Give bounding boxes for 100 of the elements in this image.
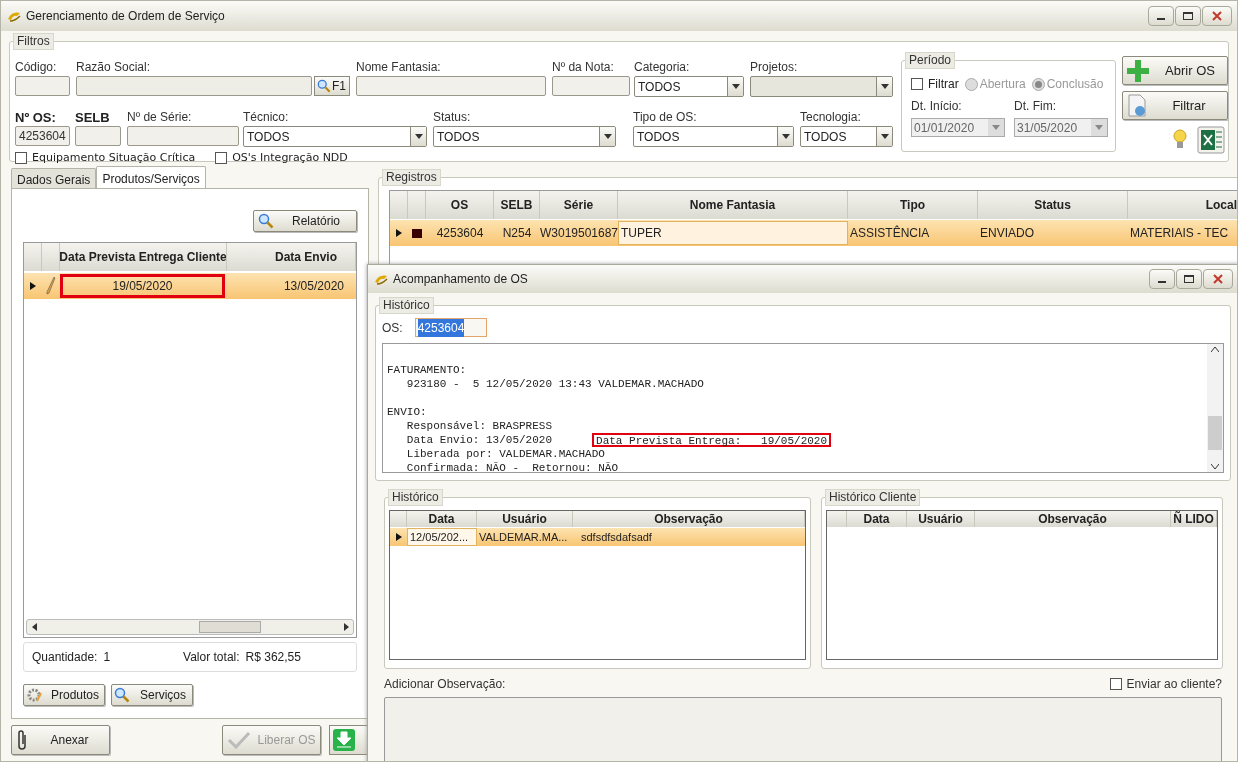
column-header[interactable]: Tipo	[848, 191, 978, 219]
column-header[interactable]: OS	[426, 191, 494, 219]
field-label: OS:	[382, 319, 403, 337]
column-header	[24, 243, 42, 271]
gear-icon	[26, 687, 42, 703]
checkbox[interactable]	[911, 78, 923, 90]
column-header	[42, 243, 60, 271]
window-title: Gerenciamento de Ordem de Serviço	[26, 8, 226, 25]
horizontal-scrollbar[interactable]	[26, 619, 354, 635]
column-header[interactable]: Usuário	[477, 511, 573, 527]
search-icon	[317, 79, 331, 93]
note-input[interactable]	[384, 697, 1222, 761]
column-header[interactable]: Data Prevista Entrega Cliente	[60, 243, 227, 271]
download-button[interactable]	[329, 724, 369, 755]
column-header[interactable]: Ñ LIDO	[1171, 511, 1217, 527]
table-row[interactable]: 19/05/2020 13/05/2020	[24, 273, 356, 299]
column-header[interactable]: Local	[1128, 191, 1237, 219]
pencil-icon	[46, 276, 56, 296]
date-field[interactable]: 01/01/2020	[911, 118, 1005, 137]
attach-button[interactable]: Anexar	[11, 724, 110, 755]
scrollbar-thumb[interactable]	[1208, 416, 1222, 450]
column-header	[408, 191, 426, 219]
column-header[interactable]: Data Envio	[227, 243, 356, 271]
log-text-area[interactable]	[382, 343, 1224, 473]
table-row[interactable]: 12/05/202... VALDEMAR.MA... sdfsdfsdafsadf	[390, 528, 805, 546]
checkbox[interactable]	[215, 152, 228, 165]
date-field[interactable]: 31/05/2020	[1014, 118, 1108, 137]
field-label: Status:	[433, 109, 472, 124]
input-field[interactable]	[15, 76, 70, 96]
scroll-right-icon[interactable]	[343, 623, 349, 631]
scrollbar-thumb[interactable]	[199, 621, 261, 633]
checkbox[interactable]	[1109, 678, 1122, 690]
column-header[interactable]: Observação	[975, 511, 1171, 527]
log-line: 923180 - 5 12/05/2020 13:43 VALDEMAR.MACHADO	[405, 377, 704, 391]
input-field[interactable]	[356, 76, 546, 96]
input-field[interactable]	[75, 126, 121, 146]
column-header[interactable]: Série	[540, 191, 618, 219]
field-label: Nº da Nota:	[552, 59, 615, 74]
minimize-button[interactable]	[1149, 269, 1175, 289]
vertical-scrollbar[interactable]	[1207, 344, 1223, 472]
report-button[interactable]: Relatório	[253, 210, 357, 232]
table-cell: TUPER	[618, 221, 848, 245]
field-label: Dt. Início:	[911, 98, 963, 115]
input-field[interactable]: 4253604	[414, 318, 487, 337]
minimize-button[interactable]	[1148, 6, 1174, 26]
column-header[interactable]: Data	[847, 511, 907, 527]
group-title: Histórico	[379, 297, 434, 314]
table-cell-text: N254	[501, 225, 533, 242]
checkbox[interactable]	[15, 152, 27, 165]
services-button[interactable]: Serviços	[111, 684, 193, 706]
field-label: Categoria:	[634, 59, 691, 74]
dropdown[interactable]: TODOS	[800, 126, 893, 147]
scroll-up-icon[interactable]	[1211, 347, 1219, 352]
maximize-button[interactable]	[1176, 269, 1202, 289]
close-icon	[1213, 274, 1223, 284]
table-cell-text: 4253604	[435, 225, 485, 242]
tab[interactable]: Dados Gerais	[11, 168, 97, 188]
close-button[interactable]	[1202, 6, 1232, 26]
table-cell: 19/05/2020	[60, 274, 225, 298]
column-header	[827, 511, 847, 527]
column-header[interactable]: Data	[407, 511, 477, 527]
table-cell: 12/05/202...	[407, 528, 477, 546]
search-icon	[258, 213, 274, 229]
input-field[interactable]	[76, 76, 312, 96]
column-header[interactable]: Status	[978, 191, 1128, 219]
column-header[interactable]: Observação	[573, 511, 805, 527]
table-row[interactable]: 4253604 N254 W3019501687 TUPER ASSISTÊNCIA ENVIADO MATERIAIS - TEC	[390, 220, 1237, 246]
spreadsheet-icon[interactable]	[1197, 126, 1225, 154]
filter-button[interactable]: Filtrar	[1122, 91, 1228, 120]
summary-value: 1	[103, 649, 111, 666]
paperclip-icon	[16, 728, 28, 751]
open-button[interactable]: Abrir OS	[1122, 56, 1228, 85]
maximize-button[interactable]	[1175, 6, 1201, 26]
products-button[interactable]: Produtos	[23, 684, 105, 706]
tab[interactable]: Produtos/Serviços	[96, 166, 206, 188]
table-cell-text: VALDEMAR.MA...	[478, 529, 569, 545]
input-field[interactable]: 4253604	[15, 126, 70, 146]
input-field[interactable]	[552, 76, 630, 96]
table-cell-text: ENVIADO	[979, 225, 1035, 242]
summary-label: Quantidade:	[32, 649, 98, 666]
search-icon	[114, 687, 130, 703]
dropdown[interactable]: TODOS	[633, 126, 794, 147]
download-icon	[332, 727, 356, 752]
column-header[interactable]: Nome Fantasia	[618, 191, 848, 219]
table-cell-text: ASSISTÊNCIA	[849, 224, 931, 242]
scroll-down-icon[interactable]	[1211, 464, 1219, 469]
close-button[interactable]	[1203, 269, 1233, 289]
dropdown[interactable]: TODOS	[634, 76, 744, 97]
close-icon	[1212, 11, 1222, 21]
field-label: Tipo de OS:	[633, 109, 698, 124]
field-label: Tecnologia:	[800, 109, 862, 124]
dropdown[interactable]: TODOS	[433, 126, 616, 147]
dropdown[interactable]: TODOS	[243, 126, 427, 147]
input-field[interactable]	[127, 126, 239, 146]
lookup-button[interactable]: F1	[314, 76, 350, 96]
column-header[interactable]: Usuário	[907, 511, 975, 527]
column-header[interactable]: SELB	[494, 191, 540, 219]
lightbulb-icon[interactable]	[1173, 129, 1187, 151]
field-label: Dt. Fim:	[1014, 98, 1057, 115]
scroll-left-icon[interactable]	[31, 623, 37, 631]
